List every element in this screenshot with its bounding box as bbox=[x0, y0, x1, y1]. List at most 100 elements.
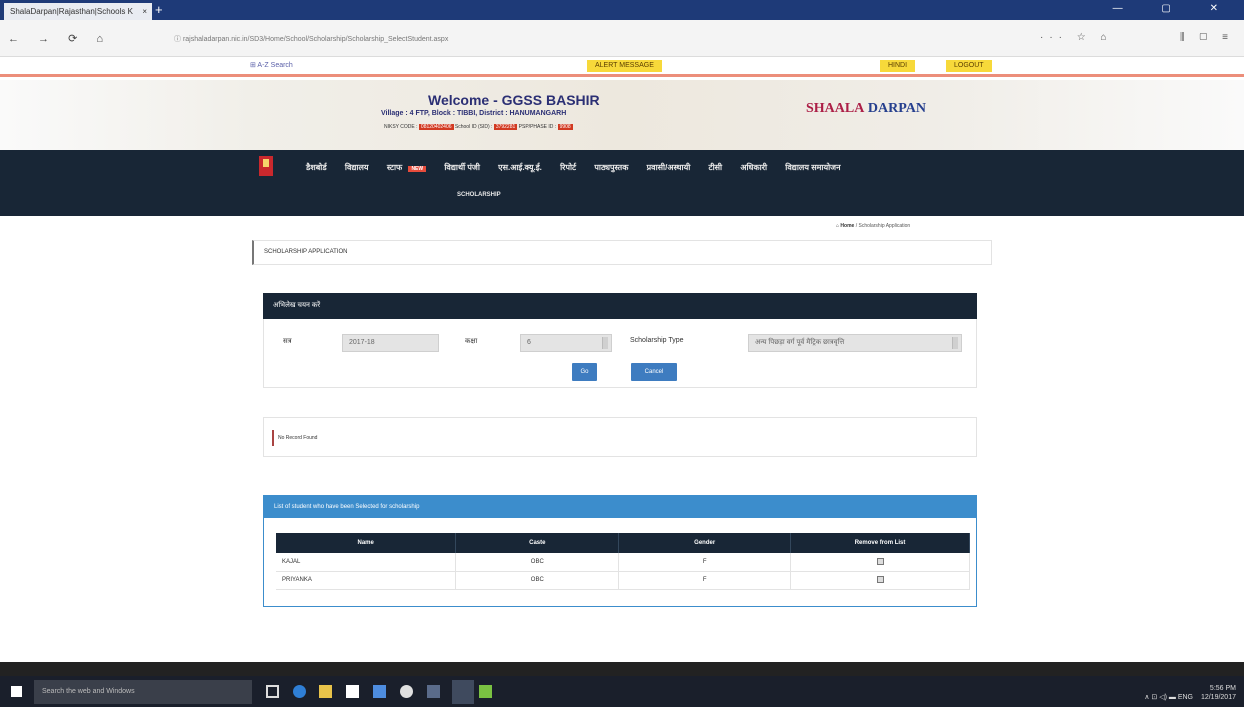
mail-icon[interactable] bbox=[373, 685, 386, 698]
site-page: ⊞ A-Z Search ALERT MESSAGE HINDI LOGOUT … bbox=[0, 57, 1244, 676]
message-panel: No Record Found bbox=[263, 417, 977, 457]
students-table: Name Caste Gender Remove from List KAJAL… bbox=[276, 533, 970, 590]
app-icon[interactable] bbox=[427, 685, 440, 698]
browser-sidebar-icons[interactable]: ⫼ ▢ ≡ bbox=[1180, 32, 1234, 43]
remove-checkbox[interactable] bbox=[876, 558, 884, 566]
system-tray[interactable]: ∧ ⊡ ◁) ▬ ENG 5:56 PM 12/19/2017 bbox=[1144, 684, 1236, 702]
emblem-icon[interactable] bbox=[259, 156, 273, 176]
code-label: NIKSY CODE : bbox=[384, 124, 418, 130]
selection-form: अभिलेख चयन करें सत्र 2017-18 कक्षा 6 Sch… bbox=[263, 293, 977, 388]
clock-date: 12/19/2017 bbox=[1200, 694, 1236, 701]
header-banner: Welcome - GGSS BASHIR Village : 4 FTP, B… bbox=[0, 80, 1244, 150]
remove-cell bbox=[790, 553, 970, 572]
menu-row: डैशबोर्ड विद्यालय स्टाफ NEW विद्यार्थी प… bbox=[306, 162, 857, 173]
column-remove: Remove from List bbox=[790, 533, 970, 553]
menu-item-tc[interactable]: टीसी bbox=[709, 163, 723, 172]
chrome-icon[interactable] bbox=[400, 685, 413, 698]
breadcrumb: ⌂ Home / Scholarship Application bbox=[836, 223, 910, 229]
menu-item-officer[interactable]: अधिकारी bbox=[740, 163, 767, 172]
table-row: KAJAL OBC F bbox=[276, 553, 970, 572]
browser-titlebar: ShalaDarpan|Rajasthan|Schools K × + — ▢ … bbox=[0, 0, 1244, 20]
windows-taskbar: Search the web and Windows ∧ ⊡ ◁) ▬ ENG … bbox=[0, 676, 1244, 707]
scholarship-type-select[interactable]: अन्य पिछड़ा वर्ग पूर्व मैट्रिक छात्रवृत्… bbox=[748, 334, 962, 352]
column-name: Name bbox=[276, 533, 457, 553]
address-bar[interactable]: ⓘ rajshaladarpan.nic.in/SD3/Home/School/… bbox=[168, 32, 1028, 47]
menu-item-migrant[interactable]: प्रवासी/अस्थायी bbox=[647, 163, 691, 172]
breadcrumb-current: / Scholarship Application bbox=[855, 223, 911, 229]
tab-title: ShalaDarpan|Rajasthan|Schools K bbox=[10, 7, 133, 16]
main-navigation: डैशबोर्ड विद्यालय स्टाफ NEW विद्यार्थी प… bbox=[0, 150, 1244, 216]
student-name: PRIYANKA bbox=[276, 571, 457, 590]
welcome-heading: Welcome - GGSS BASHIR bbox=[428, 92, 600, 108]
menu-item-scholarship[interactable]: SCHOLARSHIP bbox=[457, 192, 501, 198]
class-select[interactable]: 6 bbox=[520, 334, 612, 352]
new-tab-icon[interactable]: + bbox=[155, 3, 163, 17]
student-gender: F bbox=[618, 553, 792, 572]
tab-close-icon[interactable]: × bbox=[142, 3, 147, 20]
window-controls[interactable]: — ▢ ✕ bbox=[1113, 3, 1236, 14]
browser-nav-buttons[interactable]: ← → ⟳ ⌂ bbox=[8, 32, 111, 45]
task-view-icon[interactable] bbox=[266, 685, 279, 698]
menu-item-dashboard[interactable]: डैशबोर्ड bbox=[306, 163, 327, 172]
column-gender: Gender bbox=[618, 533, 792, 553]
brand-part-a: SHAALA bbox=[806, 101, 865, 116]
new-badge: NEW bbox=[408, 166, 427, 172]
school-location: Village : 4 FTP, Block : TIBBI, District… bbox=[381, 110, 567, 117]
menu-item-report[interactable]: रिपोर्ट bbox=[560, 163, 576, 172]
browser-menu-icons[interactable]: ··· ☆ ⌂ bbox=[1040, 32, 1113, 43]
menu-item-siqe[interactable]: एस.आई.क्यू.ई. bbox=[498, 163, 542, 172]
code-label: School ID (SID) : bbox=[454, 124, 493, 130]
a-z-search-link[interactable]: ⊞ A-Z Search bbox=[250, 61, 293, 69]
logout-button[interactable]: LOGOUT bbox=[946, 60, 992, 72]
top-strip: ⊞ A-Z Search ALERT MESSAGE HINDI LOGOUT bbox=[0, 57, 1244, 77]
spreadsheet-icon[interactable] bbox=[479, 685, 492, 698]
page-title: SCHOLARSHIP APPLICATION bbox=[264, 249, 348, 255]
code-label: PSP/PHASE ID : bbox=[518, 124, 557, 130]
menu-item-integration[interactable]: विद्यालय समायोजन bbox=[785, 163, 840, 172]
table-row: PRIYANKA OBC F bbox=[276, 571, 970, 590]
remove-checkbox[interactable] bbox=[876, 576, 884, 584]
menu-item-textbook[interactable]: पाठ्यपुस्तक bbox=[594, 163, 628, 172]
clock-time: 5:56 PM bbox=[1209, 685, 1236, 692]
remove-cell bbox=[790, 571, 970, 590]
selected-students-panel: List of student who have been Selected f… bbox=[263, 495, 977, 607]
cancel-button[interactable]: Cancel bbox=[631, 363, 677, 381]
code-value: 08120402406 bbox=[418, 124, 454, 130]
code-value: 3792281 bbox=[493, 124, 518, 130]
windows-start-icon[interactable] bbox=[11, 686, 22, 697]
brand-part-b: DARPAN bbox=[864, 101, 926, 116]
alert-badge[interactable]: ALERT MESSAGE bbox=[587, 60, 662, 72]
school-codes: NIKSY CODE : 08120402406 School ID (SID)… bbox=[384, 124, 573, 130]
menu-item-students[interactable]: विद्यार्थी पंजी bbox=[444, 163, 480, 172]
form-heading: अभिलेख चयन करें bbox=[263, 293, 977, 319]
go-button[interactable]: Go bbox=[572, 363, 597, 381]
student-name: KAJAL bbox=[276, 553, 457, 572]
taskbar-search[interactable]: Search the web and Windows bbox=[34, 680, 252, 704]
column-caste: Caste bbox=[455, 533, 620, 553]
store-icon[interactable] bbox=[346, 685, 359, 698]
student-caste: OBC bbox=[455, 553, 620, 572]
page-title-card: SCHOLARSHIP APPLICATION bbox=[252, 240, 992, 265]
no-record-message: No Record Found bbox=[278, 435, 318, 441]
table-header-row: Name Caste Gender Remove from List bbox=[276, 533, 970, 553]
site-footer bbox=[0, 662, 1244, 676]
breadcrumb-home[interactable]: ⌂ Home bbox=[836, 223, 854, 229]
student-gender: F bbox=[618, 571, 792, 590]
class-label: कक्षा bbox=[465, 338, 478, 345]
hindi-button[interactable]: HINDI bbox=[880, 60, 916, 72]
menu-item-school[interactable]: विद्यालय bbox=[345, 163, 369, 172]
file-explorer-icon[interactable] bbox=[319, 685, 332, 698]
firefox-active-icon[interactable] bbox=[452, 680, 474, 704]
tray-icons[interactable]: ∧ ⊡ ◁) ▬ ENG bbox=[1144, 694, 1193, 701]
menu-item-staff[interactable]: स्टाफ bbox=[387, 163, 402, 172]
list-heading: List of student who have been Selected f… bbox=[264, 496, 976, 518]
student-caste: OBC bbox=[455, 571, 620, 590]
message-accent bbox=[272, 430, 274, 446]
shaala-darpan-logo: SHAALA DARPAN bbox=[806, 101, 926, 117]
scholarship-type-label: Scholarship Type bbox=[630, 337, 684, 344]
year-label: सत्र bbox=[283, 338, 292, 345]
year-input[interactable]: 2017-18 bbox=[342, 334, 439, 352]
edge-icon[interactable] bbox=[293, 685, 306, 698]
browser-tab[interactable]: ShalaDarpan|Rajasthan|Schools K × bbox=[4, 3, 152, 20]
clock: 5:56 PM 12/19/2017 bbox=[1201, 684, 1236, 702]
